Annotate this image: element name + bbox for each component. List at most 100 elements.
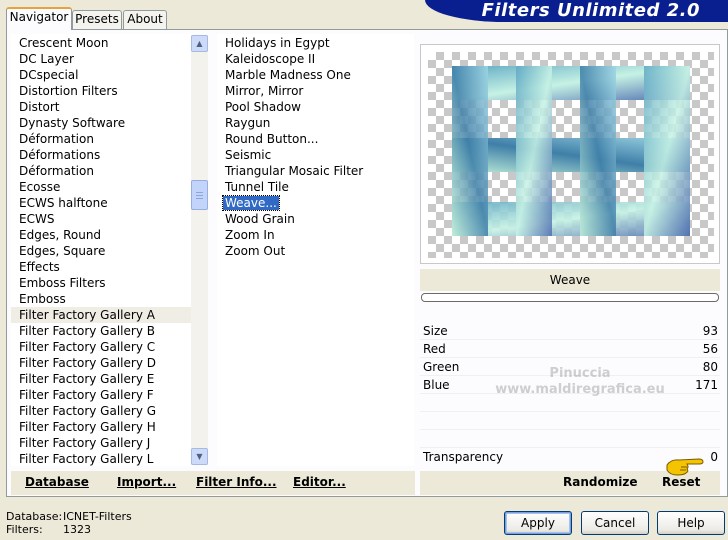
param-label: Transparency [423,450,504,464]
filter-item-label: Marble Madness One [225,68,351,82]
filter-item[interactable]: Zoom In [217,227,414,243]
editor-link[interactable]: Editor... [293,475,346,489]
param-red[interactable]: Red 56 [420,340,720,358]
filter-item[interactable]: Triangular Mosaic Filter [217,163,414,179]
database-value: ICNET-Filters [63,510,132,523]
filter-item[interactable]: Tunnel Tile [217,179,414,195]
category-item[interactable]: Emboss [11,291,194,307]
filter-item-label: Triangular Mosaic Filter [225,164,364,178]
filter-item-label: Round Button... [225,132,319,146]
filter-item-label: Tunnel Tile [225,180,289,194]
filter-info-link[interactable]: Filter Info... [196,475,277,489]
filter-item-label: Wood Grain [225,212,295,226]
category-item[interactable]: Déformation [11,163,194,179]
category-item[interactable]: Distort [11,99,194,115]
param-label: Size [423,324,448,338]
scroll-up-button[interactable]: ▲ [191,35,208,52]
help-button[interactable]: Help [657,511,725,535]
category-item[interactable]: Distortion Filters [11,83,194,99]
navigator-panel: Crescent Moon DC Layer DCspecial Distortion… [6,29,728,497]
weave-preview-image [452,66,690,236]
scroll-down-button[interactable]: ▼ [191,448,208,465]
category-item[interactable]: Filter Factory Gallery F [11,387,194,403]
category-item[interactable]: DCspecial [11,67,194,83]
category-item[interactable]: Ecosse [11,179,194,195]
filter-item[interactable]: Marble Madness One [217,67,414,83]
category-item[interactable]: Emboss Filters [11,275,194,291]
category-item[interactable]: Déformation [11,131,194,147]
param-label: Blue [423,378,450,392]
filter-item-label: Pool Shadow [225,100,301,114]
preview-area [420,44,720,264]
category-item[interactable]: Crescent Moon [11,35,194,51]
param-value: 171 [695,378,718,392]
filter-item[interactable]: Wood Grain [217,211,414,227]
filter-name-label: Weave [420,269,720,291]
category-item[interactable]: Edges, Square [11,243,194,259]
filter-item[interactable]: Kaleidoscope II [217,51,414,67]
pointing-hand-icon [666,458,704,476]
filter-item[interactable]: Round Button... [217,131,414,147]
category-scrollbar[interactable]: ▲ ▼ [191,35,208,465]
param-value: 80 [702,360,718,374]
param-label: Red [423,342,446,356]
param-size[interactable]: Size 93 [420,322,720,340]
cancel-button[interactable]: Cancel [581,511,649,535]
tab-about[interactable]: About [123,10,167,29]
param-value: 0 [710,450,718,464]
randomize-button[interactable]: Randomize [563,475,637,489]
category-item[interactable]: Filter Factory Gallery G [11,403,194,419]
category-item[interactable]: Edges, Round [11,227,194,243]
app-title: Filters Unlimited 2.0 [481,0,700,21]
filter-item-label: Mirror, Mirror [225,84,304,98]
category-item[interactable]: Filter Factory Gallery H [11,419,194,435]
tab-presets[interactable]: Presets [72,10,122,29]
progress-bar [421,293,719,302]
parameter-panel: Size 93 Red 56 Green 80 Blue 171 Pinuccia www.m… [420,322,720,472]
category-item[interactable]: DC Layer [11,51,194,67]
filter-item-label: Raygun [225,116,271,130]
database-link[interactable]: Database [25,475,89,489]
filter-item-label: Kaleidoscope II [225,52,316,66]
category-item[interactable]: Filter Factory Gallery D [11,355,194,371]
transparency-checkerboard [428,52,714,258]
param-value: 93 [702,324,718,338]
footer-info: Database:ICNET-Filters Filters: 1323 [6,510,132,536]
tab-navigator[interactable]: Navigator [6,7,72,30]
left-link-bar: Database Import... Filter Info... Editor… [11,471,415,495]
database-label: Database: [6,510,63,523]
category-list[interactable]: Crescent Moon DC Layer DCspecial Distortion… [11,34,194,466]
title-banner: Filters Unlimited 2.0 [425,0,728,22]
filter-list[interactable]: Holidays in Egypt Kaleidoscope II Marble M… [217,34,414,466]
category-item[interactable]: Filter Factory Gallery A [11,307,194,323]
category-item[interactable]: Filter Factory Gallery B [11,323,194,339]
filters-count-value: 1323 [63,523,91,536]
filter-item[interactable]: Raygun [217,115,414,131]
filter-item[interactable]: Mirror, Mirror [217,83,414,99]
scroll-thumb[interactable] [191,180,208,210]
filter-item-label: Holidays in Egypt [225,36,330,50]
filter-item[interactable]: Zoom Out [217,243,414,259]
category-item[interactable]: Filter Factory Gallery E [11,371,194,387]
category-item[interactable]: ECWS halftone [11,195,194,211]
filter-item[interactable]: Pool Shadow [217,99,414,115]
param-value: 56 [702,342,718,356]
category-item[interactable]: Filter Factory Gallery J [11,435,194,451]
reset-button[interactable]: Reset [662,475,700,489]
param-label: Green [423,360,460,374]
filter-item[interactable]: Holidays in Egypt [217,35,414,51]
filter-item-label: Zoom In [225,228,275,242]
category-item[interactable]: Dynasty Software [11,115,194,131]
filter-item-label: Zoom Out [225,244,286,258]
category-item[interactable]: Filter Factory Gallery L [11,451,194,466]
import-link[interactable]: Import... [117,475,176,489]
filter-item-label: Weave... [222,195,280,211]
category-item[interactable]: Filter Factory Gallery C [11,339,194,355]
category-item[interactable]: ECWS [11,211,194,227]
filters-count-label: Filters: [6,523,43,536]
filter-item[interactable]: Weave... [217,195,414,211]
category-item[interactable]: Effects [11,259,194,275]
apply-button[interactable]: Apply [504,511,572,535]
category-item[interactable]: Déformations [11,147,194,163]
filter-item[interactable]: Seismic [217,147,414,163]
